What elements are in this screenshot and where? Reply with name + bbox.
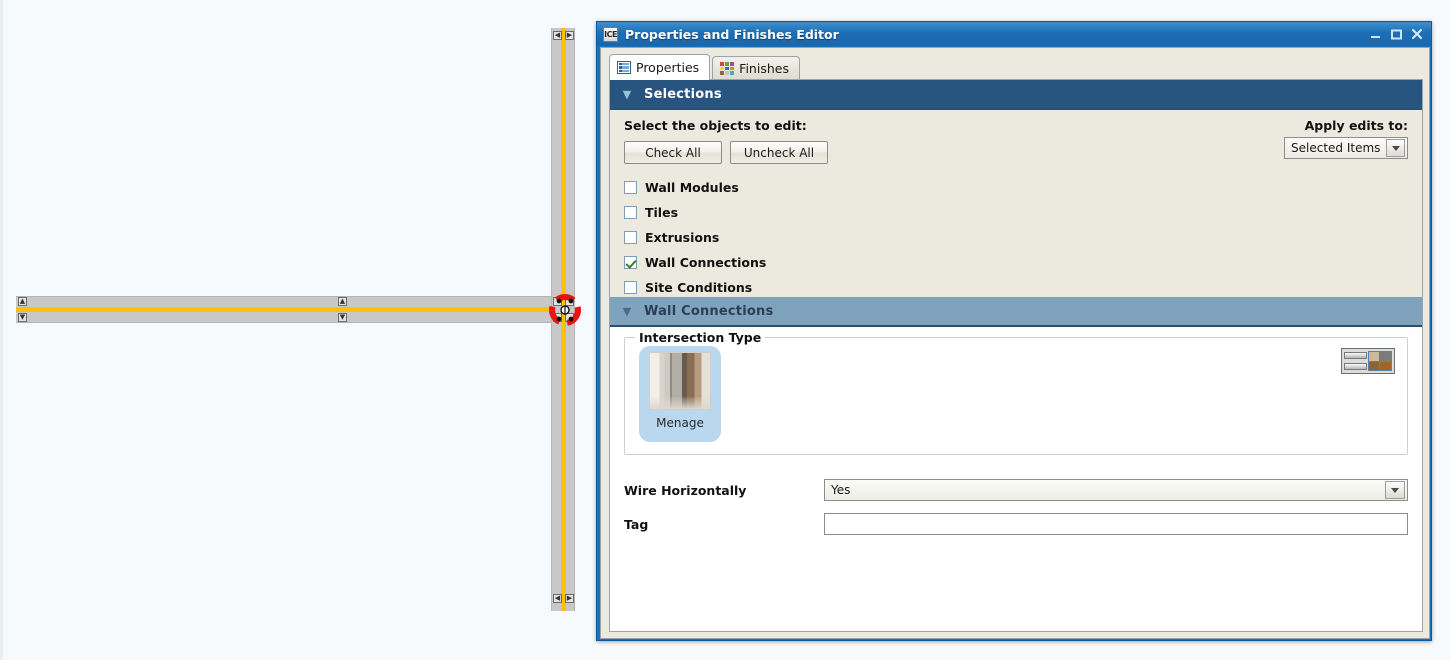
checkbox-row-wall-connections[interactable]: Wall Connections	[624, 250, 1410, 275]
list-grid-view-toggle-icon[interactable]	[1341, 348, 1395, 374]
checkbox-label-extrusions: Extrusions	[645, 230, 720, 245]
tab-properties[interactable]: Properties	[609, 54, 711, 80]
chevron-down-icon[interactable]: ▼	[610, 306, 644, 317]
chevron-down-icon[interactable]	[1386, 139, 1405, 157]
wall-handle-left-top[interactable]: ▲	[18, 297, 27, 306]
wall-handle-right-top2[interactable]	[565, 297, 574, 306]
apply-edits-label: Apply edits to:	[1304, 118, 1408, 133]
checkbox-label-wall-modules: Wall Modules	[645, 180, 739, 195]
form-row-tag: Tag	[624, 507, 1408, 541]
wall-connection-form: Wire Horizontally Yes Tag	[624, 473, 1408, 541]
properties-and-finishes-editor-window[interactable]: ICE Properties and Finishes Editor Prope…	[596, 21, 1432, 641]
wall-handle-right-bottom[interactable]	[553, 313, 562, 322]
vwall-handle-top-left[interactable]: ◀	[553, 31, 562, 40]
menage-thumbnail-image	[649, 352, 711, 410]
selections-body: Select the objects to edit: Apply edits …	[610, 110, 1422, 297]
tabstrip: Properties Finishes	[609, 53, 800, 80]
apply-edits-block: Apply edits to: Selected Items	[1284, 118, 1408, 159]
input-tag[interactable]	[824, 513, 1408, 535]
checkbox-label-wall-connections: Wall Connections	[645, 255, 767, 270]
selections-section-header[interactable]: ▼ Selections	[610, 80, 1422, 110]
grid-view-icon	[1367, 351, 1392, 371]
list-view-icon	[1344, 351, 1367, 371]
checkbox-extrusions[interactable]	[624, 231, 637, 244]
select-wire-horizontally[interactable]: Yes	[824, 479, 1408, 501]
chevron-down-icon[interactable]	[1385, 481, 1405, 499]
thumbnail-label-menage: Menage	[656, 416, 704, 430]
checkbox-wall-modules[interactable]	[624, 181, 637, 194]
tab-properties-label: Properties	[636, 60, 700, 75]
wall-handle-right-top[interactable]	[553, 297, 562, 306]
checkbox-label-tiles: Tiles	[645, 205, 679, 220]
chevron-down-icon[interactable]: ▼	[610, 89, 644, 100]
minimize-icon[interactable]	[1365, 25, 1385, 43]
wall-handle-left-bottom[interactable]: ▼	[18, 313, 27, 322]
properties-tab-panel: ▼ Selections Select the objects to edit:…	[609, 79, 1423, 632]
wall-handle-right-bottom2[interactable]	[565, 313, 574, 322]
checkbox-site-conditions[interactable]	[624, 281, 637, 294]
wall-connections-section-header[interactable]: ▼ Wall Connections	[610, 297, 1422, 327]
intersection-type-legend: Intersection Type	[635, 330, 766, 345]
wall-connections-section-title: Wall Connections	[644, 303, 774, 319]
checkbox-row-tiles[interactable]: Tiles	[624, 200, 1410, 225]
label-tag: Tag	[624, 516, 649, 532]
dialog-title: Properties and Finishes Editor	[625, 26, 839, 42]
wall-handle-mid-bottom[interactable]: ▼	[338, 313, 347, 322]
app-icon: ICE	[603, 26, 618, 42]
canvas-left-edge	[0, 0, 3, 660]
selections-section-title: Selections	[644, 86, 722, 102]
dialog-titlebar[interactable]: ICE Properties and Finishes Editor	[597, 22, 1431, 46]
checkbox-label-site-conditions: Site Conditions	[645, 280, 753, 295]
tab-finishes-label: Finishes	[739, 61, 789, 76]
thumbnail-item-menage[interactable]: Menage	[639, 346, 721, 442]
horizontal-wall-centerline	[16, 307, 568, 312]
maximize-icon[interactable]	[1386, 25, 1406, 43]
checkbox-tiles[interactable]	[624, 206, 637, 219]
checkbox-row-site-conditions[interactable]: Site Conditions	[624, 275, 1410, 300]
tab-finishes[interactable]: Finishes	[712, 56, 800, 80]
uncheck-all-button[interactable]: Uncheck All	[730, 141, 828, 164]
vwall-handle-top-right[interactable]: ▶	[565, 31, 574, 40]
list-icon	[617, 61, 631, 74]
value-wire-horizontally: Yes	[831, 483, 851, 497]
color-swatch-icon	[720, 62, 735, 75]
apply-edits-value: Selected Items	[1291, 141, 1381, 155]
wall-connections-body: Intersection Type Menage Wire Horizontal…	[610, 327, 1422, 613]
checkbox-row-wall-modules[interactable]: Wall Modules	[624, 175, 1410, 200]
intersection-type-fieldset: Intersection Type Menage	[624, 330, 1408, 455]
vwall-handle-bottom-right[interactable]: ▶	[565, 594, 574, 603]
wall-handle-mid-top[interactable]: ▲	[338, 297, 347, 306]
vwall-handle-bottom-left[interactable]: ◀	[553, 594, 562, 603]
dialog-body: Properties Finishes ▼ Selections Select …	[600, 47, 1430, 639]
window-controls	[1365, 25, 1427, 43]
label-wire-horizontally: Wire Horizontally	[624, 482, 747, 498]
check-all-button[interactable]: Check All	[624, 141, 722, 164]
checkbox-row-extrusions[interactable]: Extrusions	[624, 225, 1410, 250]
object-type-checkbox-list: Wall Modules Tiles Extrusions Wall Conne…	[624, 175, 1410, 300]
apply-edits-select[interactable]: Selected Items	[1284, 137, 1408, 159]
form-row-wire-horizontally: Wire Horizontally Yes	[624, 473, 1408, 507]
close-icon[interactable]	[1407, 25, 1427, 43]
checkbox-wall-connections[interactable]	[624, 256, 637, 269]
